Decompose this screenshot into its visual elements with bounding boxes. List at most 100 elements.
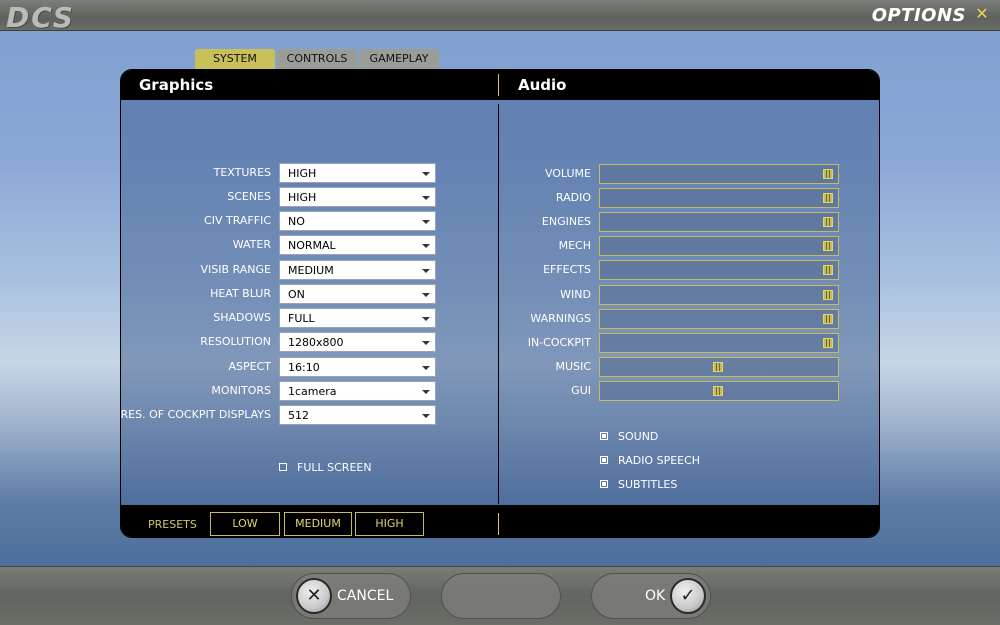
audio-row-music: MUSIC bbox=[481, 357, 841, 377]
audio-row-effects: EFFECTS bbox=[481, 260, 841, 280]
in-cockpit-slider[interactable] bbox=[599, 333, 839, 353]
water-dropdown[interactable]: NORMAL bbox=[279, 235, 436, 255]
graphics-heading: Graphics bbox=[139, 76, 214, 94]
heat-blur-dropdown[interactable]: ON bbox=[279, 284, 436, 304]
setting-label: VISIB RANGE bbox=[200, 263, 271, 276]
scenes-dropdown[interactable]: HIGH bbox=[279, 187, 436, 207]
checkbox-label: FULL SCREEN bbox=[297, 461, 372, 474]
slider-thumb[interactable] bbox=[713, 362, 723, 372]
radio-speech-checkbox[interactable]: RADIO SPEECH bbox=[600, 454, 700, 467]
checkbox-checked-icon bbox=[600, 432, 608, 440]
dropdown-value: HIGH bbox=[288, 167, 317, 180]
slider-thumb[interactable] bbox=[823, 193, 833, 203]
wind-slider[interactable] bbox=[599, 285, 839, 305]
chevron-down-icon bbox=[422, 269, 430, 273]
slider-thumb[interactable] bbox=[823, 314, 833, 324]
warnings-slider[interactable] bbox=[599, 309, 839, 329]
title-bar: DCS OPTIONS ✕ bbox=[0, 0, 1000, 34]
slider-label: VOLUME bbox=[544, 167, 591, 180]
audio-row-engines: ENGINES bbox=[481, 212, 841, 232]
setting-label: RESOLUTION bbox=[200, 335, 271, 348]
dropdown-value: 16:10 bbox=[288, 361, 320, 374]
tab-system[interactable]: SYSTEM bbox=[195, 49, 275, 69]
checkbox-checked-icon bbox=[600, 480, 608, 488]
bottom-bar: ✕ CANCEL OK ✓ bbox=[0, 566, 1000, 625]
gui-slider[interactable] bbox=[599, 381, 839, 401]
full-screen-checkbox[interactable]: FULL SCREEN bbox=[279, 461, 372, 474]
checkbox-icon bbox=[279, 463, 287, 471]
setting-label: WATER bbox=[232, 238, 271, 251]
checkbox-checked-icon bbox=[600, 456, 608, 464]
chevron-down-icon bbox=[422, 390, 430, 394]
dropdown-value: 1280x800 bbox=[288, 336, 344, 349]
slider-thumb[interactable] bbox=[823, 265, 833, 275]
monitors-dropdown[interactable]: 1camera bbox=[279, 381, 436, 401]
audio-row-volume: VOLUME bbox=[481, 164, 841, 184]
preset-medium-button[interactable]: MEDIUM bbox=[284, 512, 352, 536]
slider-thumb[interactable] bbox=[823, 241, 833, 251]
subtitles-checkbox[interactable]: SUBTITLES bbox=[600, 478, 677, 491]
empty-button bbox=[441, 573, 561, 619]
cancel-label: CANCEL bbox=[337, 588, 394, 604]
chevron-down-icon bbox=[422, 317, 430, 321]
tab-gameplay[interactable]: GAMEPLAY bbox=[359, 49, 439, 69]
chevron-down-icon bbox=[422, 366, 430, 370]
preset-high-button[interactable]: HIGH bbox=[355, 512, 424, 536]
graphics-row-scenes: SCENES HIGH bbox=[121, 187, 436, 207]
checkmark-icon: ✓ bbox=[670, 578, 706, 614]
music-slider[interactable] bbox=[599, 357, 839, 377]
audio-row-in-cockpit: IN-COCKPIT bbox=[481, 333, 841, 353]
footer-divider bbox=[498, 513, 499, 535]
settings-panel: Graphics Audio TEXTURES HIGH SCENES HIGH… bbox=[120, 69, 880, 538]
cancel-button[interactable]: ✕ CANCEL bbox=[291, 573, 411, 619]
graphics-row-textures: TEXTURES HIGH bbox=[121, 163, 436, 183]
graphics-row-resolution: RESOLUTION 1280x800 bbox=[121, 332, 436, 352]
setting-label: ASPECT bbox=[228, 360, 272, 373]
chevron-down-icon bbox=[422, 172, 430, 176]
slider-label: IN-COCKPIT bbox=[527, 336, 591, 349]
audio-row-gui: GUI bbox=[481, 381, 841, 401]
setting-label: CIV TRAFFIC bbox=[204, 214, 271, 227]
checkbox-label: SOUND bbox=[618, 430, 659, 443]
cockpit-displays-dropdown[interactable]: 512 bbox=[279, 405, 436, 425]
effects-slider[interactable] bbox=[599, 260, 839, 280]
slider-thumb[interactable] bbox=[823, 217, 833, 227]
ok-button[interactable]: OK ✓ bbox=[591, 573, 711, 619]
ok-label: OK bbox=[645, 588, 666, 604]
textures-dropdown[interactable]: HIGH bbox=[279, 163, 436, 183]
chevron-down-icon bbox=[422, 220, 430, 224]
tab-controls[interactable]: CONTROLS bbox=[277, 49, 357, 69]
graphics-row-aspect: ASPECT 16:10 bbox=[121, 357, 436, 377]
visib-range-dropdown[interactable]: MEDIUM bbox=[279, 260, 436, 280]
slider-thumb[interactable] bbox=[823, 169, 833, 179]
resolution-dropdown[interactable]: 1280x800 bbox=[279, 332, 436, 352]
graphics-row-monitors: MONITORS 1camera bbox=[121, 381, 436, 401]
slider-thumb[interactable] bbox=[823, 338, 833, 348]
dcs-logo: DCS bbox=[6, 1, 75, 34]
preset-low-button[interactable]: LOW bbox=[210, 512, 280, 536]
audio-heading: Audio bbox=[518, 76, 567, 94]
engines-slider[interactable] bbox=[599, 212, 839, 232]
close-icon[interactable]: ✕ bbox=[974, 5, 990, 23]
civ-traffic-dropdown[interactable]: NO bbox=[279, 211, 436, 231]
shadows-dropdown[interactable]: FULL bbox=[279, 308, 436, 328]
options-tabs: SYSTEM CONTROLS GAMEPLAY bbox=[195, 49, 439, 69]
graphics-row-cockpit-displays: RES. OF COCKPIT DISPLAYS 512 bbox=[121, 405, 436, 425]
window-title: OPTIONS bbox=[871, 5, 966, 26]
slider-thumb[interactable] bbox=[823, 290, 833, 300]
dropdown-value: 512 bbox=[288, 409, 309, 422]
dropdown-value: FULL bbox=[288, 312, 315, 325]
audio-row-radio: RADIO bbox=[481, 188, 841, 208]
radio-slider[interactable] bbox=[599, 188, 839, 208]
audio-row-wind: WIND bbox=[481, 285, 841, 305]
dropdown-value: NORMAL bbox=[288, 239, 336, 252]
slider-label: MUSIC bbox=[555, 360, 591, 373]
volume-slider[interactable] bbox=[599, 164, 839, 184]
chevron-down-icon bbox=[422, 196, 430, 200]
dropdown-value: 1camera bbox=[288, 385, 337, 398]
dropdown-value: HIGH bbox=[288, 191, 317, 204]
mech-slider[interactable] bbox=[599, 236, 839, 256]
slider-thumb[interactable] bbox=[713, 386, 723, 396]
aspect-dropdown[interactable]: 16:10 bbox=[279, 357, 436, 377]
sound-checkbox[interactable]: SOUND bbox=[600, 430, 658, 443]
